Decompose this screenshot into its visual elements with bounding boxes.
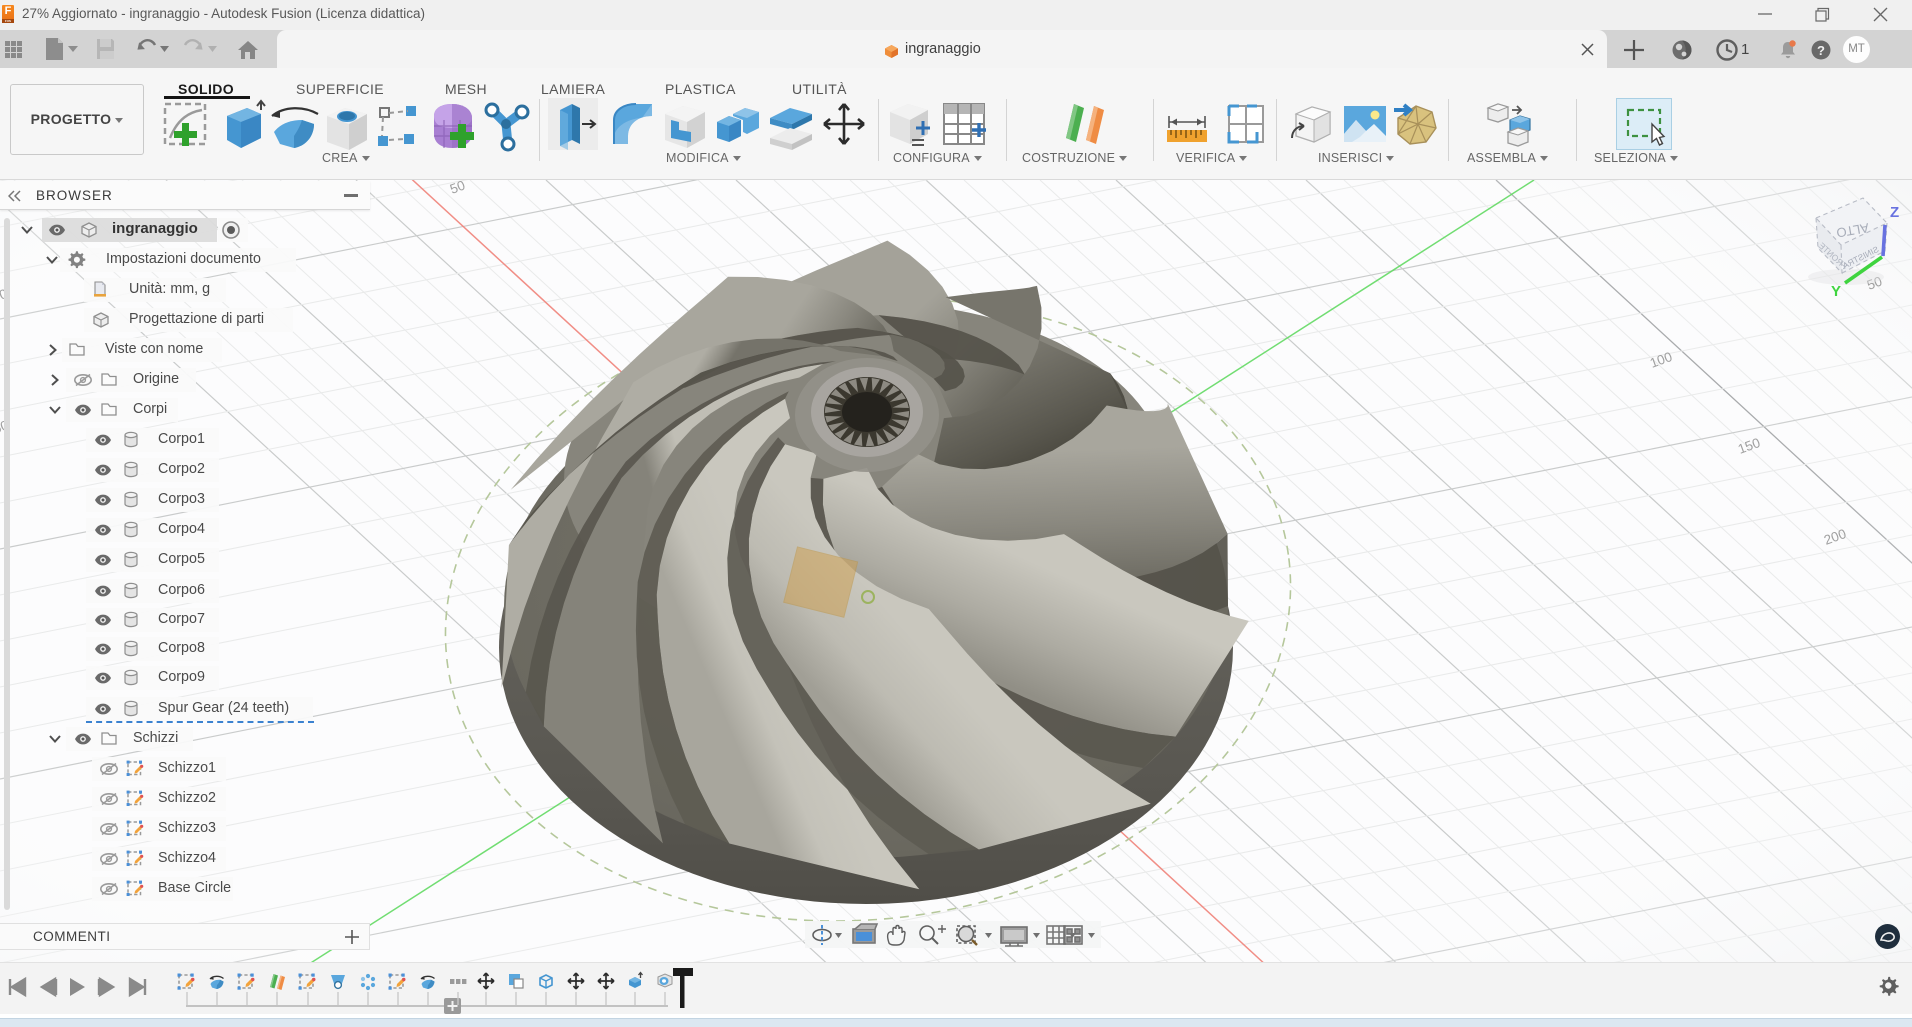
svg-text:?: ? [1817, 43, 1825, 58]
svg-text:Y: Y [1831, 283, 1841, 300]
svg-text:Z: Z [1890, 204, 1899, 221]
